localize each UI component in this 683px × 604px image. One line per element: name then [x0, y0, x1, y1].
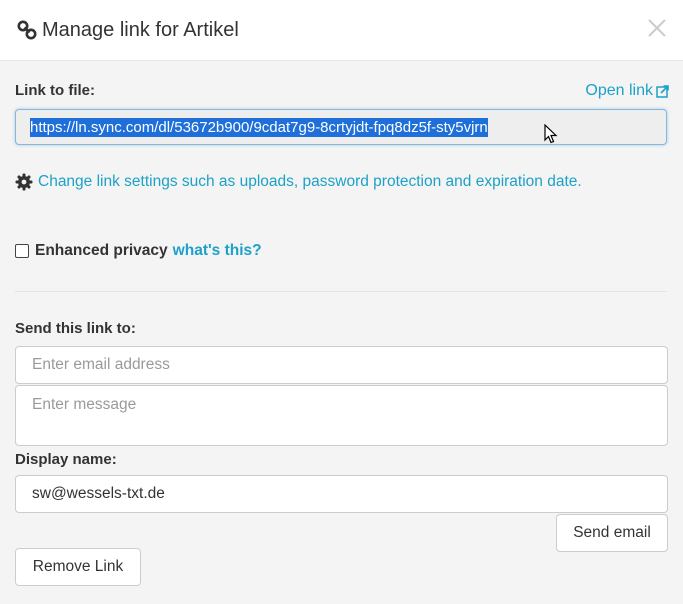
send-link-label: Send this link to:	[15, 320, 136, 337]
mouse-cursor-icon	[544, 124, 558, 144]
link-to-file-label: Link to file:	[15, 82, 95, 99]
send-email-button[interactable]: Send email	[556, 514, 668, 552]
title-wrap: Manage link for Artikel	[16, 17, 239, 43]
external-link-icon	[656, 84, 669, 98]
remove-link-button[interactable]: Remove Link	[15, 548, 141, 586]
gear-icon	[15, 173, 33, 191]
link-icon	[17, 20, 37, 40]
link-settings-row[interactable]: Change link settings such as uploads, pa…	[15, 173, 582, 191]
share-link-field[interactable]: https://ln.sync.com/dl/53672b900/9cdat7g…	[15, 109, 667, 145]
close-icon[interactable]	[647, 18, 667, 38]
email-input[interactable]	[15, 346, 668, 384]
link-settings-link[interactable]: Change link settings such as uploads, pa…	[38, 173, 582, 191]
enhanced-privacy-label: Enhanced privacy	[35, 242, 168, 259]
whats-this-link[interactable]: what's this?	[173, 242, 262, 260]
display-name-input[interactable]	[15, 475, 668, 513]
enhanced-privacy-checkbox[interactable]	[15, 244, 29, 258]
share-link-url: https://ln.sync.com/dl/53672b900/9cdat7g…	[30, 118, 488, 137]
open-link-label: Open link	[585, 82, 653, 99]
message-input[interactable]	[15, 385, 668, 446]
open-link-button[interactable]: Open link	[585, 82, 669, 100]
section-divider	[15, 291, 667, 292]
enhanced-privacy-row: Enhanced privacy what's this?	[15, 242, 262, 260]
manage-link-dialog: Manage link for Artikel Link to file: Op…	[0, 0, 683, 604]
dialog-header: Manage link for Artikel	[0, 0, 683, 61]
dialog-title: Manage link for Artikel	[42, 19, 239, 41]
display-name-label: Display name:	[15, 451, 117, 468]
